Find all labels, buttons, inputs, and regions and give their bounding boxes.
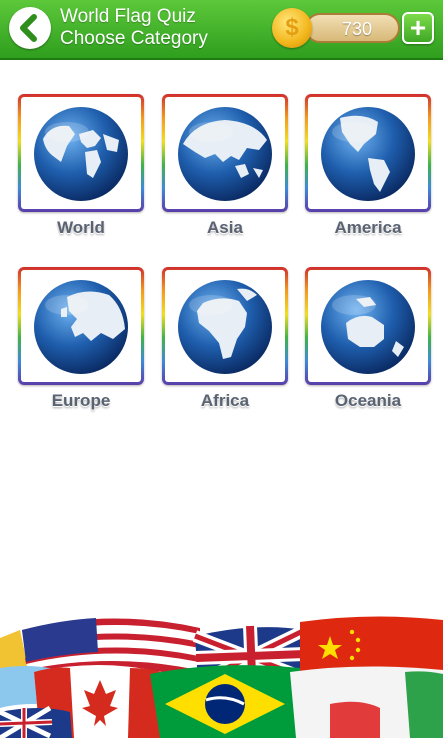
category-america[interactable]: America	[305, 94, 431, 242]
category-label: Oceania	[334, 391, 402, 410]
australia-flag	[0, 705, 72, 738]
category-label: Africa	[200, 391, 250, 410]
category-europe[interactable]: Europe	[18, 267, 144, 415]
globe-icon	[178, 280, 272, 374]
category-africa[interactable]: Africa	[162, 267, 288, 415]
waving-flags-illustration	[0, 616, 443, 738]
globe-icon	[178, 107, 272, 201]
category-frame	[305, 267, 431, 385]
category-label: America	[334, 218, 402, 237]
globe-icon	[34, 280, 128, 374]
globe-icon	[321, 107, 415, 201]
category-frame	[18, 267, 144, 385]
category-grid: World Asia America Europe Africa Oceania	[0, 0, 443, 430]
category-frame	[18, 94, 144, 212]
category-label: Europe	[51, 391, 111, 410]
globe-icon	[34, 107, 128, 201]
category-oceania[interactable]: Oceania	[305, 267, 431, 415]
brazil-flag	[150, 665, 300, 738]
category-asia[interactable]: Asia	[162, 94, 288, 242]
category-label: Asia	[207, 218, 243, 237]
flags-banner	[0, 608, 443, 738]
category-world[interactable]: World	[18, 94, 144, 242]
category-label: World	[57, 218, 105, 237]
category-frame	[162, 267, 288, 385]
globe-icon	[321, 280, 415, 374]
category-frame	[162, 94, 288, 212]
category-frame	[305, 94, 431, 212]
